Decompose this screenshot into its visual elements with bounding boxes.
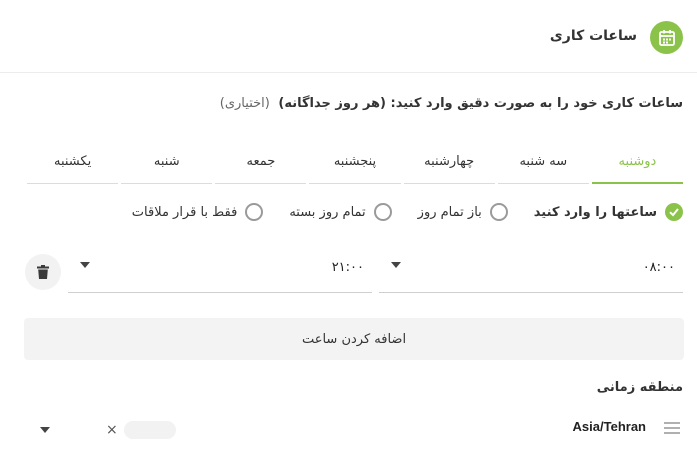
instructions-optional: (اختیاری) (219, 96, 270, 111)
start-time-select[interactable]: ۰۸:۰۰ (379, 250, 683, 293)
end-time-select[interactable]: ۲۱:۰۰ (68, 250, 372, 293)
instructions-text: ساعات کاری خود را به صورت دقیق وارد کنید… (220, 96, 683, 111)
radio-label: تمام روز بسته (289, 204, 366, 220)
tab-sunday[interactable]: یکشنبه (27, 140, 119, 184)
tab-friday[interactable]: جمعه (215, 140, 307, 184)
calendar-icon (650, 21, 683, 54)
timezone-hint (124, 421, 176, 439)
timezone-select[interactable]: Asia/Tehran × (24, 410, 684, 450)
radio-appointment-only[interactable]: فقط با قرار ملاقات (132, 203, 264, 221)
end-time-value: ۲۱:۰۰ (331, 260, 364, 275)
radio-circle-icon (245, 203, 264, 221)
instructions-main: ساعات کاری خود را به صورت دقیق وارد کنید… (278, 96, 683, 111)
add-hours-button[interactable]: اضافه کردن ساعت (24, 318, 684, 360)
timezone-value: Asia/Tehran (572, 419, 646, 434)
radio-closed-all-day[interactable]: تمام روز بسته (289, 203, 392, 221)
delete-hours-button[interactable] (25, 254, 61, 290)
radio-enter-hours[interactable]: ساعتها را وارد کنید (534, 203, 683, 221)
radio-circle-icon (489, 203, 508, 221)
radio-circle-icon (373, 203, 392, 221)
tab-monday[interactable]: دوشنبه (591, 140, 683, 184)
tab-wednesday[interactable]: چهارشنبه (403, 140, 495, 184)
tab-thursday[interactable]: پنجشنبه (309, 140, 401, 184)
radio-label: ساعتها را وارد کنید (533, 204, 657, 220)
section-title: ساعات کاری (549, 28, 637, 44)
check-circle-icon (665, 203, 683, 221)
trash-icon (37, 265, 49, 279)
chevron-down-icon (391, 262, 401, 268)
chevron-down-icon (40, 427, 50, 433)
chevron-down-icon (80, 262, 90, 268)
radio-label: باز تمام روز (417, 204, 482, 220)
drag-handle-icon (664, 422, 680, 434)
radio-label: فقط با قرار ملاقات (131, 204, 238, 220)
start-time-value: ۰۸:۰۰ (642, 260, 675, 275)
radio-open-all-day[interactable]: باز تمام روز (418, 203, 508, 221)
tab-saturday[interactable]: شنبه (121, 140, 213, 184)
timezone-label: منطقه زمانی (596, 380, 683, 395)
hours-mode-group: ساعتها را وارد کنید باز تمام روز تمام رو… (106, 203, 683, 221)
weekday-tabs: دوشنبه سه شنبه چهارشنبه پنجشنبه جمعه شنب… (27, 140, 683, 184)
section-header: ساعات کاری (0, 0, 697, 73)
tab-tuesday[interactable]: سه شنبه (497, 140, 589, 184)
clear-icon[interactable]: × (106, 422, 118, 438)
